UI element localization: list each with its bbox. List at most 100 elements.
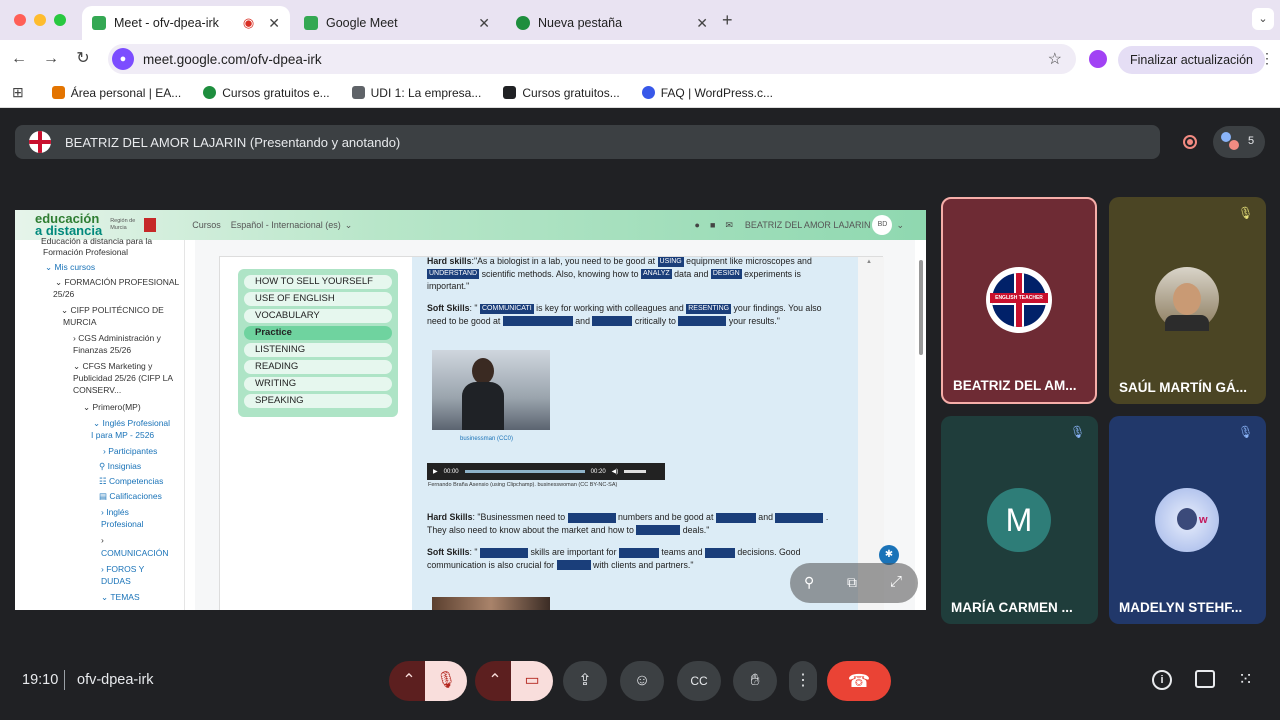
forward-button[interactable]: → <box>40 48 62 70</box>
emoji-reaction-button[interactable]: ☺ <box>620 661 664 701</box>
bookmark-item[interactable]: Cursos gratuitos... <box>503 86 620 100</box>
sidebar-item[interactable]: Educación a distancia para la <box>41 236 152 247</box>
notifications-icon[interactable]: ● <box>695 220 700 230</box>
user-name[interactable]: BEATRIZ DEL AMOR LAJARIN <box>745 220 871 230</box>
answer-blank[interactable] <box>704 547 735 558</box>
menu-item[interactable]: LISTENING <box>244 343 392 357</box>
minimize-window-button[interactable] <box>34 14 46 26</box>
reload-button[interactable]: ↻ <box>72 48 94 70</box>
sidebar-item[interactable]: ⌄ Primero(MP) <box>83 402 141 413</box>
answer-blank[interactable] <box>592 316 633 327</box>
play-icon[interactable]: ▶ <box>433 468 438 475</box>
answer-blank[interactable] <box>715 512 756 523</box>
tab-search-button[interactable]: ⌄ <box>1252 8 1274 30</box>
page-scrollbar[interactable] <box>919 260 923 355</box>
answer-blank[interactable] <box>775 512 824 523</box>
more-options-button[interactable]: ⋮ <box>789 661 817 701</box>
nav-cursos-link[interactable]: Cursos <box>192 220 221 230</box>
activities-grid-icon[interactable]: ⁙ <box>1238 669 1253 689</box>
volume-slider[interactable] <box>624 470 647 473</box>
pop-out-icon[interactable]: ⧉ <box>847 574 857 591</box>
answer-blank[interactable]: COMMUNICATI <box>480 303 534 314</box>
answer-blank[interactable]: USING <box>657 256 684 267</box>
sidebar-item-mis-cursos[interactable]: ⌄ Mis cursos <box>45 262 95 273</box>
recording-icon[interactable] <box>1183 135 1197 149</box>
image-caption[interactable]: businessman (CC0) <box>460 436 513 442</box>
sidebar-item[interactable]: I para MP - 2526 <box>91 430 154 441</box>
sidebar-item[interactable]: › CGS Administración y <box>73 333 161 344</box>
close-tab-icon[interactable]: ✕ <box>696 15 708 32</box>
answer-blank[interactable]: RESENTING <box>686 303 732 314</box>
audio-seek-bar[interactable] <box>464 470 585 473</box>
sidebar-item[interactable]: › FOROS Y <box>101 564 144 575</box>
email-icon[interactable]: ✉ <box>725 220 733 231</box>
close-tab-icon[interactable]: ✕ <box>268 15 280 32</box>
sidebar-item-participantes[interactable]: › Participantes <box>103 446 157 457</box>
sidebar-item[interactable]: ⌄ CFGS Marketing y <box>73 361 152 372</box>
sidebar-item-calificaciones[interactable]: ▤ Calificaciones <box>99 491 162 502</box>
answer-blank[interactable] <box>556 560 591 571</box>
tab-meet-active[interactable]: Meet - ofv-dpea-irk ◉ ✕ <box>82 6 290 40</box>
participants-button[interactable]: 5 <box>1213 126 1265 158</box>
sidebar-item-insignias[interactable]: ⚲ Insignias <box>99 461 141 472</box>
camera-off-button[interactable]: ▭ <box>511 661 553 701</box>
update-button[interactable]: Finalizar actualización <box>1118 46 1265 74</box>
close-tab-icon[interactable]: ✕ <box>478 15 490 32</box>
browser-menu-icon[interactable]: ⋮ <box>1260 50 1274 67</box>
participant-tile-saul[interactable]: 🎙︎ SAÚL MARTÍN GÁ... <box>1109 197 1266 404</box>
menu-item[interactable]: SPEAKING <box>244 394 392 408</box>
menu-item[interactable]: USE OF ENGLISH <box>244 292 392 306</box>
back-button[interactable]: ← <box>8 48 30 70</box>
leave-call-button[interactable]: ☎︎ <box>827 661 891 701</box>
present-screen-button[interactable]: ⇪ <box>563 661 607 701</box>
participant-tile-beatriz[interactable]: ENGLISH TEACHER BEATRIZ DEL AM... <box>941 197 1097 404</box>
menu-item[interactable]: WRITING <box>244 377 392 391</box>
video-options-button[interactable]: ⌃ <box>475 661 515 701</box>
sidebar-item[interactable]: ⌄ CIFP POLITÉCNICO DE <box>61 305 164 316</box>
site-logo[interactable]: educación a distancia <box>35 212 102 237</box>
sidebar-item[interactable]: COMUNICACIÓN <box>101 548 169 559</box>
raise-hand-button[interactable]: ✋︎ <box>733 661 777 701</box>
answer-blank[interactable] <box>567 512 616 523</box>
close-window-button[interactable] <box>14 14 26 26</box>
fullscreen-icon[interactable]: ⤢ <box>890 573 902 590</box>
chat-icon[interactable] <box>1195 670 1215 688</box>
sidebar-item[interactable]: DUDAS <box>101 576 131 587</box>
participant-tile-maria[interactable]: 🎙︎ M MARÍA CARMEN ... <box>941 416 1098 624</box>
menu-item-active[interactable]: Practice <box>244 326 392 340</box>
tab-new-tab[interactable]: Nueva pestaña ✕ <box>506 6 718 40</box>
bookmark-star-icon[interactable]: ☆ <box>1048 49 1062 69</box>
mic-off-button[interactable]: 🎙︎ <box>425 661 467 701</box>
sidebar-item[interactable]: ⌄ TEMAS <box>101 592 140 603</box>
meeting-info-icon[interactable]: i <box>1152 670 1172 690</box>
sidebar-item[interactable]: 25/26 <box>53 289 74 300</box>
accessibility-icon[interactable]: ✱ <box>879 545 899 565</box>
maximize-window-button[interactable] <box>54 14 66 26</box>
bookmark-item[interactable]: Área personal | EA... <box>51 86 181 100</box>
sidebar-item[interactable]: Finanzas 25/26 <box>73 345 131 356</box>
answer-blank[interactable]: UNDERSTAND <box>427 269 480 280</box>
address-bar[interactable]: ● meet.google.com/ofv-dpea-irk ☆ <box>108 44 1076 74</box>
bookmark-item[interactable]: FAQ | WordPress.c... <box>641 86 773 100</box>
answer-blank[interactable]: DESIGN <box>710 269 742 280</box>
menu-item[interactable]: READING <box>244 360 392 374</box>
answer-blank[interactable] <box>636 525 681 536</box>
messages-icon[interactable]: ■ <box>710 220 715 230</box>
volume-icon[interactable]: ◀) <box>612 468 619 475</box>
zoom-icon[interactable]: ⚲ <box>804 574 814 591</box>
captions-button[interactable]: CC <box>677 661 721 701</box>
sidebar-item[interactable]: Publicidad 25/26 (CIFP LA <box>73 373 173 384</box>
sidebar-item[interactable]: Profesional <box>101 519 144 530</box>
microphone-in-use-icon[interactable]: ● <box>112 48 134 70</box>
participant-tile-madelyn[interactable]: 🎙︎ w MADELYN STEHF... <box>1109 416 1266 624</box>
language-selector[interactable]: Español - Internacional (es) <box>231 220 341 230</box>
user-avatar[interactable]: BD <box>872 215 893 235</box>
answer-blank[interactable] <box>480 547 528 558</box>
menu-item[interactable]: HOW TO SELL YOURSELF <box>244 275 392 289</box>
answer-blank[interactable]: ANALYZ <box>640 269 672 280</box>
answer-blank[interactable] <box>502 316 573 327</box>
menu-item[interactable]: VOCABULARY <box>244 309 392 323</box>
audio-options-button[interactable]: ⌃ <box>389 661 429 701</box>
answer-blank[interactable] <box>678 316 727 327</box>
sidebar-item[interactable]: ⌄ Inglés Profesional <box>93 418 170 429</box>
